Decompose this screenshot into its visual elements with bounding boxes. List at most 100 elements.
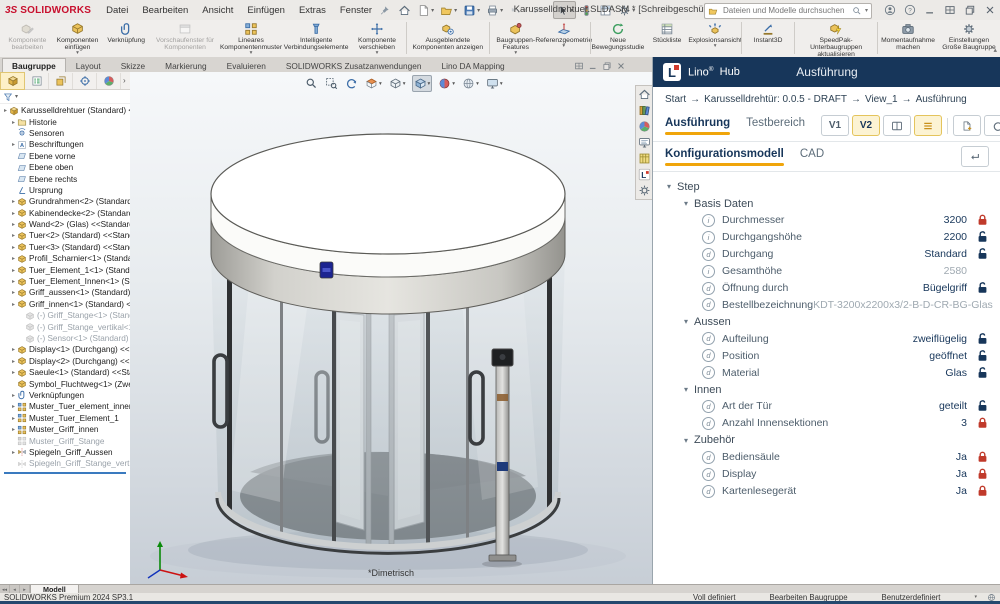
ribbon-verknüpfung[interactable]: Verknüpfung (102, 21, 150, 57)
tree-item[interactable]: ▸Tuer_Element_Innen<1> (Standard) (0, 276, 130, 287)
restore-button[interactable] (960, 1, 980, 19)
close-button[interactable] (980, 1, 1000, 19)
menu-fenster[interactable]: Fenster (333, 3, 379, 18)
scene-button[interactable]: ▾ (461, 76, 480, 91)
display-style-button[interactable]: ▾ (388, 76, 407, 91)
collapse-caret-icon[interactable]: ▾ (684, 385, 694, 394)
ribbon-stückliste[interactable]: Stückliste (643, 21, 691, 57)
version-2-button[interactable]: V2 (852, 115, 880, 136)
taskpane-appearances-wheel-tab[interactable] (638, 120, 651, 133)
ribbon-collapse-icon[interactable]: ▴ (993, 46, 997, 54)
lock-closed-red[interactable] (977, 468, 988, 480)
tree-expand-icon[interactable]: ▸ (10, 358, 17, 365)
tree-item[interactable]: ▸Profil_Scharnier<1> (Standard) <<St (0, 253, 130, 264)
tab-lino-da-mapping[interactable]: Lino DA Mapping (431, 58, 514, 72)
breadcrumb-item[interactable]: View_1 (865, 94, 898, 105)
lock-closed-red[interactable] (977, 214, 988, 226)
tree-expand-icon[interactable]: ▸ (10, 244, 17, 251)
tree-expand-icon[interactable]: ▸ (10, 221, 17, 228)
taskpane-custom-properties-tab[interactable] (638, 136, 651, 149)
parameter-value[interactable]: geteilt (939, 400, 967, 412)
tree-item[interactable]: ▸Kabinendecke<2> (Standard) <<Sta (0, 208, 130, 219)
tree-expand-icon[interactable]: ▸ (10, 198, 17, 205)
ribbon-intelligente-verbindungselemente[interactable]: Intelligente Verbindungselemente (282, 21, 350, 57)
taskpane-home-tab[interactable] (638, 88, 651, 101)
ribbon-neue-bewegungsstudie[interactable]: Neue Bewegungsstudie (593, 21, 643, 57)
ribbon-referenzgeometrie[interactable]: Referenzgeometrie▾ (540, 21, 588, 57)
feature-pane-configuration-tab[interactable] (49, 73, 73, 89)
chevron-down-icon[interactable]: ▾ (865, 7, 868, 14)
ribbon-komponente-verschieben[interactable]: Komponente verschieben▾ (350, 21, 404, 57)
tree-item[interactable]: ▸Display<2> (Durchgang) <<Standar (0, 356, 130, 367)
tree-item[interactable]: ▸Verknüpfungen (0, 390, 130, 401)
feature-pane-appearances-wheel-tab[interactable] (97, 73, 121, 89)
refresh-icon[interactable] (984, 115, 1000, 136)
menu-ansicht[interactable]: Ansicht (195, 3, 240, 18)
tree-item[interactable]: Ebene oben (0, 162, 130, 173)
tree-expand-icon[interactable]: ▸ (10, 369, 17, 376)
split-view-icon[interactable] (883, 115, 911, 136)
lino-subtab-cad[interactable]: CAD (800, 142, 824, 171)
appearance-button[interactable]: ▾ (437, 76, 456, 91)
list-view-icon[interactable] (914, 115, 942, 136)
tree-expand-icon[interactable]: ▸ (10, 232, 17, 239)
tree-expand-icon[interactable]: ▸ (10, 289, 17, 296)
tab-baugruppe[interactable]: Baugruppe (2, 58, 66, 72)
display-settings-button[interactable]: ▾ (485, 76, 504, 91)
tree-item[interactable]: ▸Tuer<2> (Standard) <<Standard>_A (0, 230, 130, 241)
taskpane-pack-and-go-tab[interactable] (638, 152, 651, 165)
lock-open-navy[interactable] (977, 350, 988, 362)
lino-tab-ausführung[interactable]: Ausführung (665, 110, 730, 141)
menu-datei[interactable]: Datei (99, 3, 135, 18)
taskpane-design-library-tab[interactable] (638, 104, 651, 117)
ribbon-instant3d[interactable]: Instant3D (744, 21, 792, 57)
search-input[interactable] (721, 5, 849, 16)
tree-item[interactable]: Symbol_Fluchtweg<1> (Zweifach_F (0, 378, 130, 389)
tree-item[interactable]: ▸ABeschriftungen (0, 139, 130, 150)
parameter-value[interactable]: Ja (956, 468, 967, 480)
viewport-3d-model[interactable] (130, 72, 652, 584)
tree-item[interactable]: ▸Wand<2> (Glas) <<Standard>_Anze (0, 219, 130, 230)
tree-expand-icon[interactable]: ▸ (10, 415, 17, 422)
collapse-caret-icon[interactable]: ▾ (684, 436, 694, 445)
lock-open-navy[interactable] (977, 248, 988, 260)
tree-item[interactable]: Ebene vorne (0, 151, 130, 162)
new-configuration-icon[interactable] (953, 115, 981, 136)
tree-item[interactable]: ▸Spiegeln_Griff_Aussen (0, 447, 130, 458)
tree-expand-icon[interactable]: ▸ (10, 119, 17, 126)
search-box[interactable]: ▾ (704, 3, 872, 19)
lock-open-navy[interactable] (977, 400, 988, 412)
tree-item[interactable]: Muster_Griff_Stange (0, 435, 130, 446)
tree-item[interactable]: (-) Griff_Stange<1> (Standard) (0, 310, 130, 321)
collapse-caret-icon[interactable]: ▾ (684, 199, 694, 208)
ribbon-speedpak-unterbaugruppen-aktualisieren[interactable]: SpeedPak-Unterbaugruppen aktualisieren (797, 21, 875, 57)
parameter-value[interactable]: Glas (945, 367, 967, 379)
lino-subtab-konfigurationsmodell[interactable]: Konfigurationsmodell (665, 142, 784, 171)
zoom-fit-button[interactable] (304, 76, 319, 91)
ribbon-komponenten-einfügen[interactable]: Komponenten einfügen▾ (53, 21, 102, 57)
tree-expand-icon[interactable]: ▸ (10, 267, 17, 274)
lock-closed-red[interactable] (977, 485, 988, 497)
parameter-value[interactable]: Ja (956, 451, 967, 463)
panel-collapse-button[interactable] (961, 146, 989, 167)
tab-skizze[interactable]: Skizze (111, 58, 155, 72)
breadcrumb-item[interactable]: Start (665, 94, 686, 105)
parameter-value[interactable]: Ja (956, 485, 967, 497)
tree-expand-icon[interactable]: ▸ (10, 255, 17, 262)
version-1-button[interactable]: V1 (821, 115, 849, 136)
tree-item[interactable]: ▸Grundrahmen<2> (Standard) <<Sta (0, 196, 130, 207)
zoom-area-button[interactable] (324, 76, 339, 91)
ribbon-lineares-komponentenmuster[interactable]: Lineares Komponentenmuster▾ (220, 21, 282, 57)
tree-item[interactable]: ▸Historie (0, 116, 130, 127)
taskpane-lino-hub-tab[interactable]: L (638, 168, 651, 181)
tree-item[interactable]: (-) Griff_Stange_vertikal<1> (Standa (0, 321, 130, 332)
menu-bearbeiten[interactable]: Bearbeiten (135, 3, 195, 18)
ribbon-einstellungen-große-baugruppe[interactable]: Einstellungen Große Baugruppe (936, 21, 1000, 57)
feature-pane-property-manager-tab[interactable] (25, 73, 49, 89)
pin-icon[interactable] (379, 5, 390, 16)
feature-pane-dimxpert-tab[interactable] (73, 73, 97, 89)
feature-pane-assembly-tree-tab[interactable] (0, 72, 25, 90)
search-icon[interactable] (852, 6, 862, 16)
tree-expand-icon[interactable]: ▸ (10, 346, 17, 353)
tree-expand-icon[interactable]: ▸ (2, 107, 9, 114)
